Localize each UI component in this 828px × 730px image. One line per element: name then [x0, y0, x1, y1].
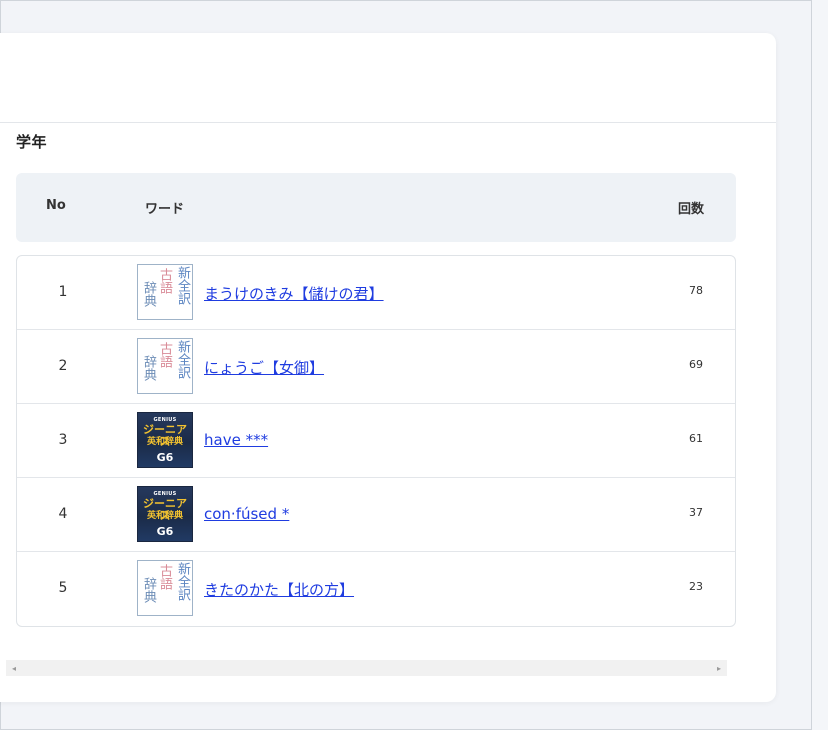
table-row: 4 GENIUS ジーニアス 英和辞典 G6 con·fúsed * 37 [17, 478, 735, 552]
scroll-left-icon[interactable]: ◂ [12, 664, 16, 673]
header-no: No [46, 198, 66, 213]
genius-dictionary-thumbnail[interactable]: GENIUS ジーニアス 英和辞典 G6 [137, 486, 193, 542]
row-count: 69 [689, 358, 703, 371]
kogo-dictionary-thumbnail[interactable]: 辞典 古語 新全訳 [137, 264, 193, 320]
horizontal-scrollbar[interactable]: ◂ ▸ [6, 660, 727, 676]
row-count: 78 [689, 284, 703, 297]
header-word: ワード [145, 202, 185, 217]
row-number: 3 [58, 432, 68, 448]
card-divider [0, 122, 776, 123]
row-count: 37 [689, 506, 703, 519]
word-link[interactable]: きたのかた【北の方】 [204, 579, 354, 600]
row-number: 5 [58, 580, 68, 596]
row-count: 61 [689, 432, 703, 445]
table-row: 2 辞典 古語 新全訳 にょうご【女御】 69 [17, 330, 735, 404]
kogo-dictionary-thumbnail[interactable]: 辞典 古語 新全訳 [137, 560, 193, 616]
word-link[interactable]: have *** [204, 431, 268, 449]
header-count: 回数 [678, 202, 705, 217]
word-link[interactable]: にょうご【女御】 [204, 357, 324, 378]
table-row: 5 辞典 古語 新全訳 きたのかた【北の方】 23 [17, 552, 735, 626]
kogo-dictionary-thumbnail[interactable]: 辞典 古語 新全訳 [137, 338, 193, 394]
section-title: 学年 [16, 133, 48, 151]
table-body: 1 辞典 古語 新全訳 まうけのきみ【儲けの君】 78 2 辞典 古語 新全訳 … [16, 255, 736, 627]
row-number: 1 [58, 284, 68, 300]
word-link[interactable]: まうけのきみ【儲けの君】 [204, 283, 384, 304]
row-number: 4 [58, 506, 68, 522]
table-row: 1 辞典 古語 新全訳 まうけのきみ【儲けの君】 78 [17, 256, 735, 330]
word-link[interactable]: con·fúsed * [204, 505, 289, 523]
genius-dictionary-thumbnail[interactable]: GENIUS ジーニアス 英和辞典 G6 [137, 412, 193, 468]
scroll-right-icon[interactable]: ▸ [717, 664, 721, 673]
table-row: 3 GENIUS ジーニアス 英和辞典 G6 have *** 61 [17, 404, 735, 478]
table-header: No ワード 回数 [16, 173, 736, 242]
row-number: 2 [58, 358, 68, 374]
row-count: 23 [689, 580, 703, 593]
